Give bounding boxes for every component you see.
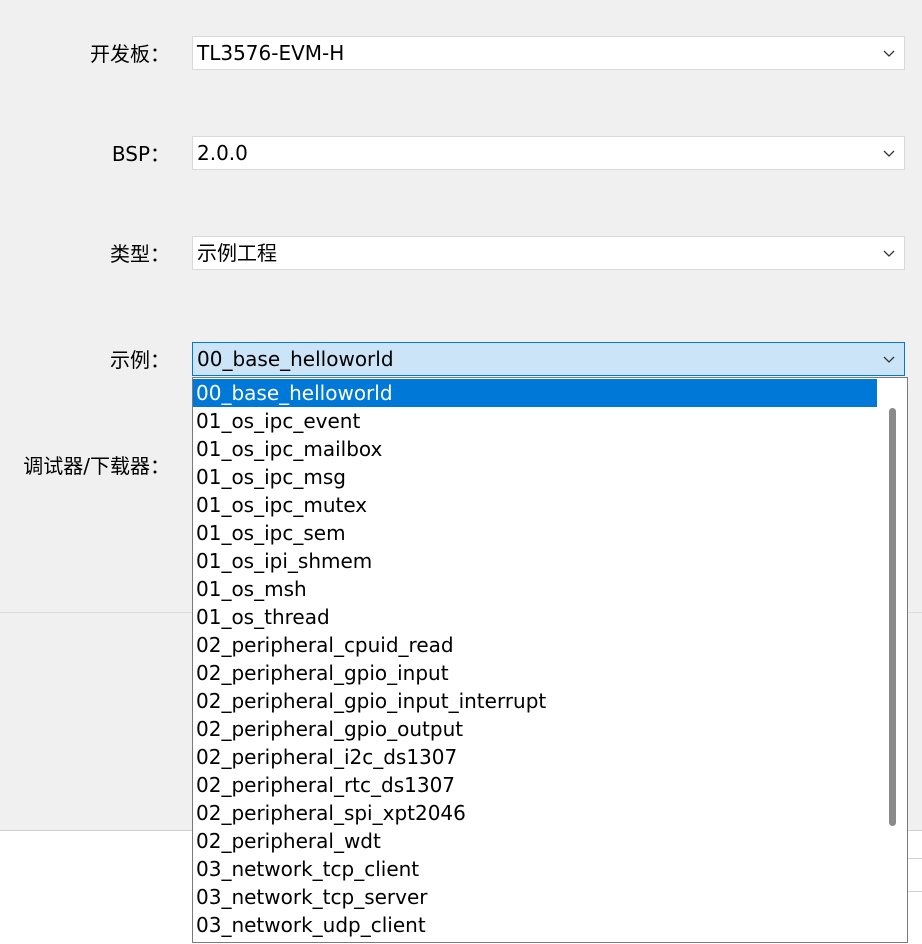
bsp-select-value: 2.0.0 (197, 141, 248, 165)
dropdown-option[interactable]: 01_os_ipc_event (193, 407, 877, 435)
section-divider-right (908, 612, 922, 613)
chevron-down-icon (883, 150, 895, 157)
example-label: 示例： (110, 348, 170, 372)
dropdown-option[interactable]: 01_os_ipc_sem (193, 519, 877, 547)
dropdown-option[interactable]: 02_peripheral_gpio_output (193, 715, 877, 743)
debugger-label: 调试器/下载器： (23, 454, 170, 478)
chevron-down-icon (883, 356, 895, 363)
bsp-select[interactable]: 2.0.0 (192, 136, 905, 170)
board-label: 开发板： (90, 42, 170, 66)
dropdown-option[interactable]: 02_peripheral_i2c_ds1307 (193, 743, 877, 771)
dropdown-option[interactable]: 02_peripheral_rtc_ds1307 (193, 771, 877, 799)
scrollbar-thumb[interactable] (889, 408, 896, 826)
dropdown-option[interactable]: 02_peripheral_wdt (193, 827, 877, 855)
type-select-value: 示例工程 (197, 241, 277, 265)
chevron-down-icon (883, 50, 895, 57)
type-select[interactable]: 示例工程 (192, 236, 905, 270)
type-label: 类型： (110, 242, 170, 266)
bsp-label: BSP： (111, 142, 170, 166)
dropdown-option[interactable]: 02_peripheral_cpuid_read (193, 631, 877, 659)
dropdown-option[interactable]: 01_os_ipc_msg (193, 463, 877, 491)
dropdown-option[interactable]: 02_peripheral_gpio_input_interrupt (193, 687, 877, 715)
dropdown-option[interactable]: 01_os_thread (193, 603, 877, 631)
dropdown-option[interactable]: 03_network_tcp_server (193, 883, 877, 911)
dropdown-option[interactable]: 02_peripheral_spi_xpt2046 (193, 799, 877, 827)
example-select[interactable]: 00_base_helloworld (192, 342, 905, 376)
dropdown-option[interactable]: 00_base_helloworld (193, 379, 877, 407)
dropdown-option[interactable]: 03_network_tcp_client (193, 855, 877, 883)
example-dropdown-list[interactable]: 00_base_helloworld 01_os_ipc_event 01_os_i… (192, 377, 908, 943)
chevron-down-icon (883, 250, 895, 257)
dropdown-option[interactable]: 01_os_ipc_mailbox (193, 435, 877, 463)
footer-control-edge (906, 858, 922, 892)
board-select-value: TL3576-EVM-H (197, 41, 345, 65)
dropdown-option[interactable]: 01_os_msh (193, 575, 877, 603)
example-select-value: 00_base_helloworld (197, 347, 394, 371)
board-select[interactable]: TL3576-EVM-H (192, 36, 905, 70)
dropdown-option[interactable]: 01_os_ipi_shmem (193, 547, 877, 575)
section-divider (0, 612, 192, 613)
dropdown-option[interactable]: 01_os_ipc_mutex (193, 491, 877, 519)
dropdown-scrollbar[interactable] (878, 378, 907, 942)
dropdown-option[interactable]: 03_network_udp_client (193, 911, 877, 939)
dropdown-option[interactable]: 02_peripheral_gpio_input (193, 659, 877, 687)
